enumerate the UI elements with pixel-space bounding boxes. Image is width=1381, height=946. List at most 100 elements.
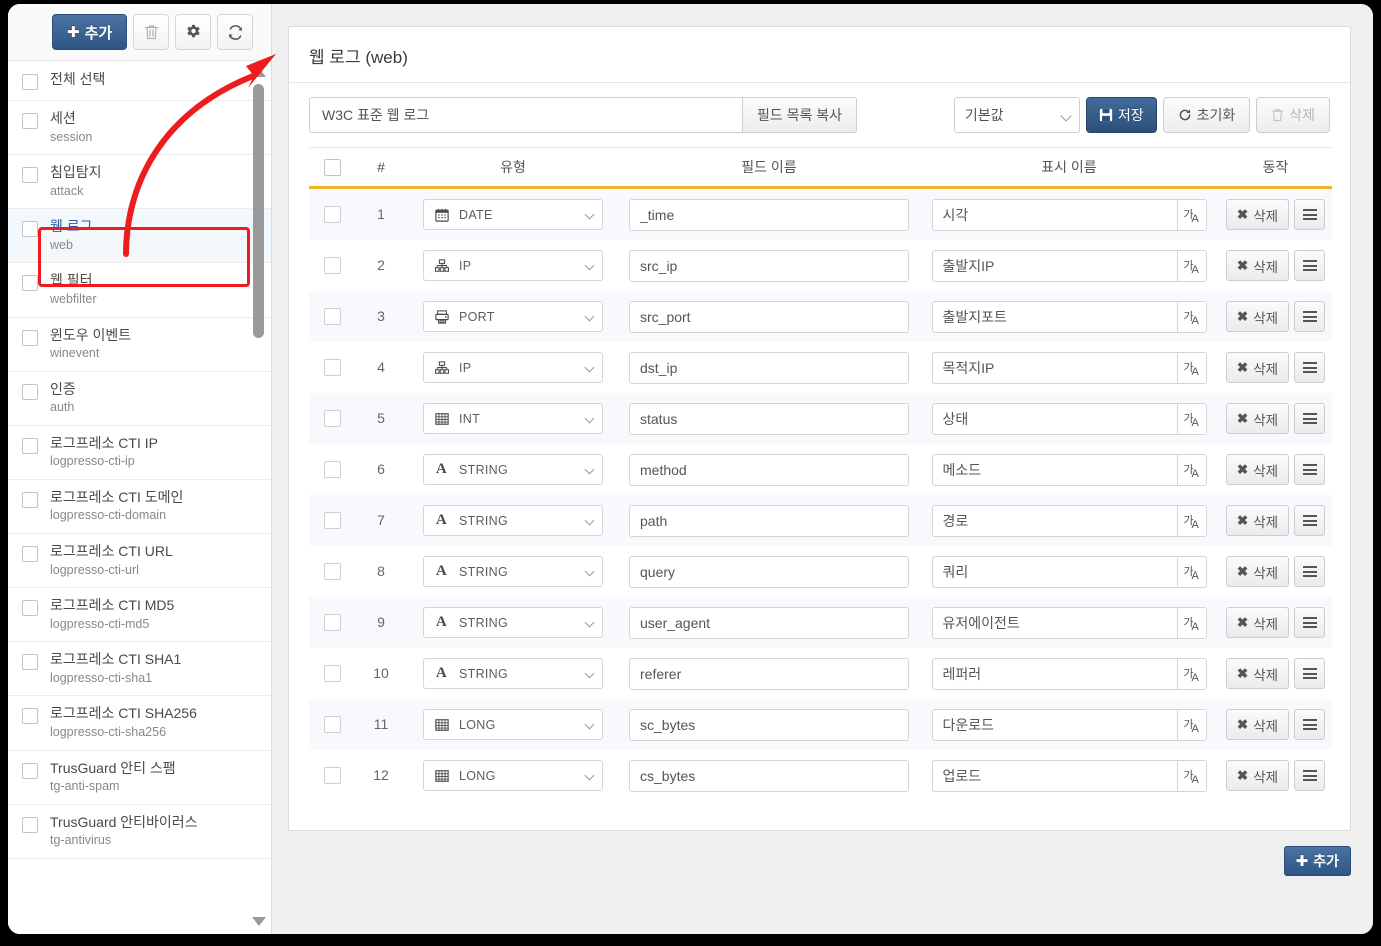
type-select[interactable]: IP	[423, 250, 603, 281]
display-name-input[interactable]	[931, 453, 1177, 486]
row-menu-button[interactable]	[1294, 199, 1326, 230]
display-name-input[interactable]	[931, 708, 1177, 741]
row-checkbox[interactable]	[323, 614, 341, 631]
item-checkbox[interactable]	[22, 600, 38, 617]
row-menu-button[interactable]	[1294, 454, 1326, 485]
field-name-input[interactable]	[629, 504, 909, 537]
sidebar-item-session[interactable]: 세션 session	[8, 101, 271, 156]
display-name-input[interactable]	[931, 606, 1177, 639]
select-all-checkbox[interactable]	[22, 74, 38, 90]
row-menu-button[interactable]	[1294, 352, 1326, 383]
item-checkbox[interactable]	[22, 383, 38, 400]
sidebar-item-winevent[interactable]: 윈도우 이벤트 winevent	[8, 317, 271, 372]
refresh-button[interactable]	[217, 14, 254, 50]
delete-button[interactable]: 삭제	[1256, 97, 1330, 133]
display-name-input[interactable]	[931, 402, 1177, 435]
row-delete-button[interactable]: ✖ 삭제	[1225, 658, 1290, 689]
display-name-input[interactable]	[931, 657, 1177, 690]
item-checkbox[interactable]	[22, 654, 38, 671]
translate-icon[interactable]: 가A	[1176, 402, 1207, 435]
item-checkbox[interactable]	[22, 762, 38, 779]
sidebar-item-select-all[interactable]: 전체 선택	[8, 61, 271, 101]
row-checkbox[interactable]	[323, 359, 341, 376]
sidebar-item-logpresso-cti-md5[interactable]: 로그프레소 CTI MD5 logpresso-cti-md5	[8, 588, 271, 643]
row-menu-button[interactable]	[1294, 607, 1326, 638]
row-menu-button[interactable]	[1294, 403, 1326, 434]
type-select[interactable]: INT	[423, 403, 603, 434]
type-select[interactable]: A STRING	[423, 556, 603, 587]
field-name-input[interactable]	[629, 657, 909, 690]
row-delete-button[interactable]: ✖ 삭제	[1225, 250, 1290, 281]
field-name-input[interactable]	[629, 300, 909, 333]
field-name-input[interactable]	[629, 708, 909, 741]
row-checkbox[interactable]	[323, 563, 341, 580]
select-all-rows-checkbox[interactable]	[323, 158, 341, 176]
row-menu-button[interactable]	[1294, 709, 1326, 740]
row-checkbox[interactable]	[323, 257, 341, 274]
translate-icon[interactable]: 가A	[1176, 351, 1207, 384]
type-select[interactable]: A STRING	[423, 607, 603, 638]
row-menu-button[interactable]	[1294, 658, 1326, 689]
row-checkbox[interactable]	[323, 512, 341, 529]
field-name-input[interactable]	[629, 453, 909, 486]
row-checkbox[interactable]	[323, 308, 341, 325]
translate-icon[interactable]: 가A	[1176, 708, 1207, 741]
row-delete-button[interactable]: ✖ 삭제	[1225, 709, 1290, 740]
description-input[interactable]	[309, 97, 743, 133]
type-select[interactable]: A STRING	[423, 505, 603, 536]
translate-icon[interactable]: 가A	[1176, 657, 1207, 690]
row-checkbox[interactable]	[323, 206, 341, 223]
item-checkbox[interactable]	[22, 437, 38, 454]
settings-button[interactable]	[175, 14, 212, 50]
delete-button[interactable]	[133, 14, 170, 50]
row-delete-button[interactable]: ✖ 삭제	[1225, 556, 1290, 587]
sidebar-item-logpresso-cti-sha256[interactable]: 로그프레소 CTI SHA256 logpresso-cti-sha256	[8, 696, 271, 751]
row-menu-button[interactable]	[1294, 250, 1326, 281]
display-name-input[interactable]	[931, 249, 1177, 282]
row-delete-button[interactable]: ✖ 삭제	[1225, 301, 1290, 332]
display-name-input[interactable]	[931, 198, 1177, 231]
row-checkbox[interactable]	[323, 461, 341, 478]
field-name-input[interactable]	[629, 606, 909, 639]
display-name-input[interactable]	[931, 504, 1177, 537]
field-name-input[interactable]	[629, 759, 909, 792]
type-select[interactable]: PORT	[423, 301, 603, 332]
row-delete-button[interactable]: ✖ 삭제	[1225, 760, 1290, 791]
type-select[interactable]: A STRING	[423, 454, 603, 485]
sidebar-list[interactable]: 전체 선택 세션 session 침입탐지 attack 웹 로그 web 웹 …	[8, 60, 271, 934]
translate-icon[interactable]: 가A	[1176, 606, 1207, 639]
type-select[interactable]: LONG	[423, 760, 603, 791]
add-field-button[interactable]: ✚ 추가	[1283, 846, 1351, 876]
item-checkbox[interactable]	[22, 491, 38, 508]
row-delete-button[interactable]: ✖ 삭제	[1225, 352, 1290, 383]
type-select[interactable]: A STRING	[423, 658, 603, 689]
item-checkbox[interactable]	[22, 816, 38, 833]
row-delete-button[interactable]: ✖ 삭제	[1225, 607, 1290, 638]
translate-icon[interactable]: 가A	[1176, 555, 1207, 588]
display-name-input[interactable]	[931, 555, 1177, 588]
preset-select[interactable]: 기본값	[953, 97, 1080, 133]
translate-icon[interactable]: 가A	[1176, 453, 1207, 486]
add-button[interactable]: ✚ 추가	[52, 14, 128, 50]
sidebar-item-auth[interactable]: 인증 auth	[8, 371, 271, 426]
sidebar-item-logpresso-cti-sha1[interactable]: 로그프레소 CTI SHA1 logpresso-cti-sha1	[8, 642, 271, 697]
save-button[interactable]: 저장	[1085, 97, 1157, 133]
display-name-input[interactable]	[931, 300, 1177, 333]
sidebar-item-tg-anti-spam[interactable]: TrusGuard 안티 스팸 tg-anti-spam	[8, 750, 271, 805]
display-name-input[interactable]	[931, 759, 1177, 792]
row-checkbox[interactable]	[323, 410, 341, 427]
translate-icon[interactable]: 가A	[1176, 759, 1207, 792]
sidebar-item-tg-antivirus[interactable]: TrusGuard 안티바이러스 tg-antivirus	[8, 804, 271, 859]
translate-icon[interactable]: 가A	[1176, 249, 1207, 282]
item-checkbox[interactable]	[22, 113, 38, 129]
item-checkbox[interactable]	[22, 167, 38, 184]
row-delete-button[interactable]: ✖ 삭제	[1225, 454, 1290, 485]
type-select[interactable]: DATE	[423, 199, 603, 230]
field-name-input[interactable]	[629, 249, 909, 282]
item-checkbox[interactable]	[22, 275, 38, 292]
sidebar-item-logpresso-cti-domain[interactable]: 로그프레소 CTI 도메인 logpresso-cti-domain	[8, 479, 271, 534]
item-checkbox[interactable]	[22, 329, 38, 346]
row-menu-button[interactable]	[1294, 301, 1326, 332]
field-name-input[interactable]	[629, 402, 909, 435]
sidebar-item-logpresso-cti-ip[interactable]: 로그프레소 CTI IP logpresso-cti-ip	[8, 425, 271, 480]
